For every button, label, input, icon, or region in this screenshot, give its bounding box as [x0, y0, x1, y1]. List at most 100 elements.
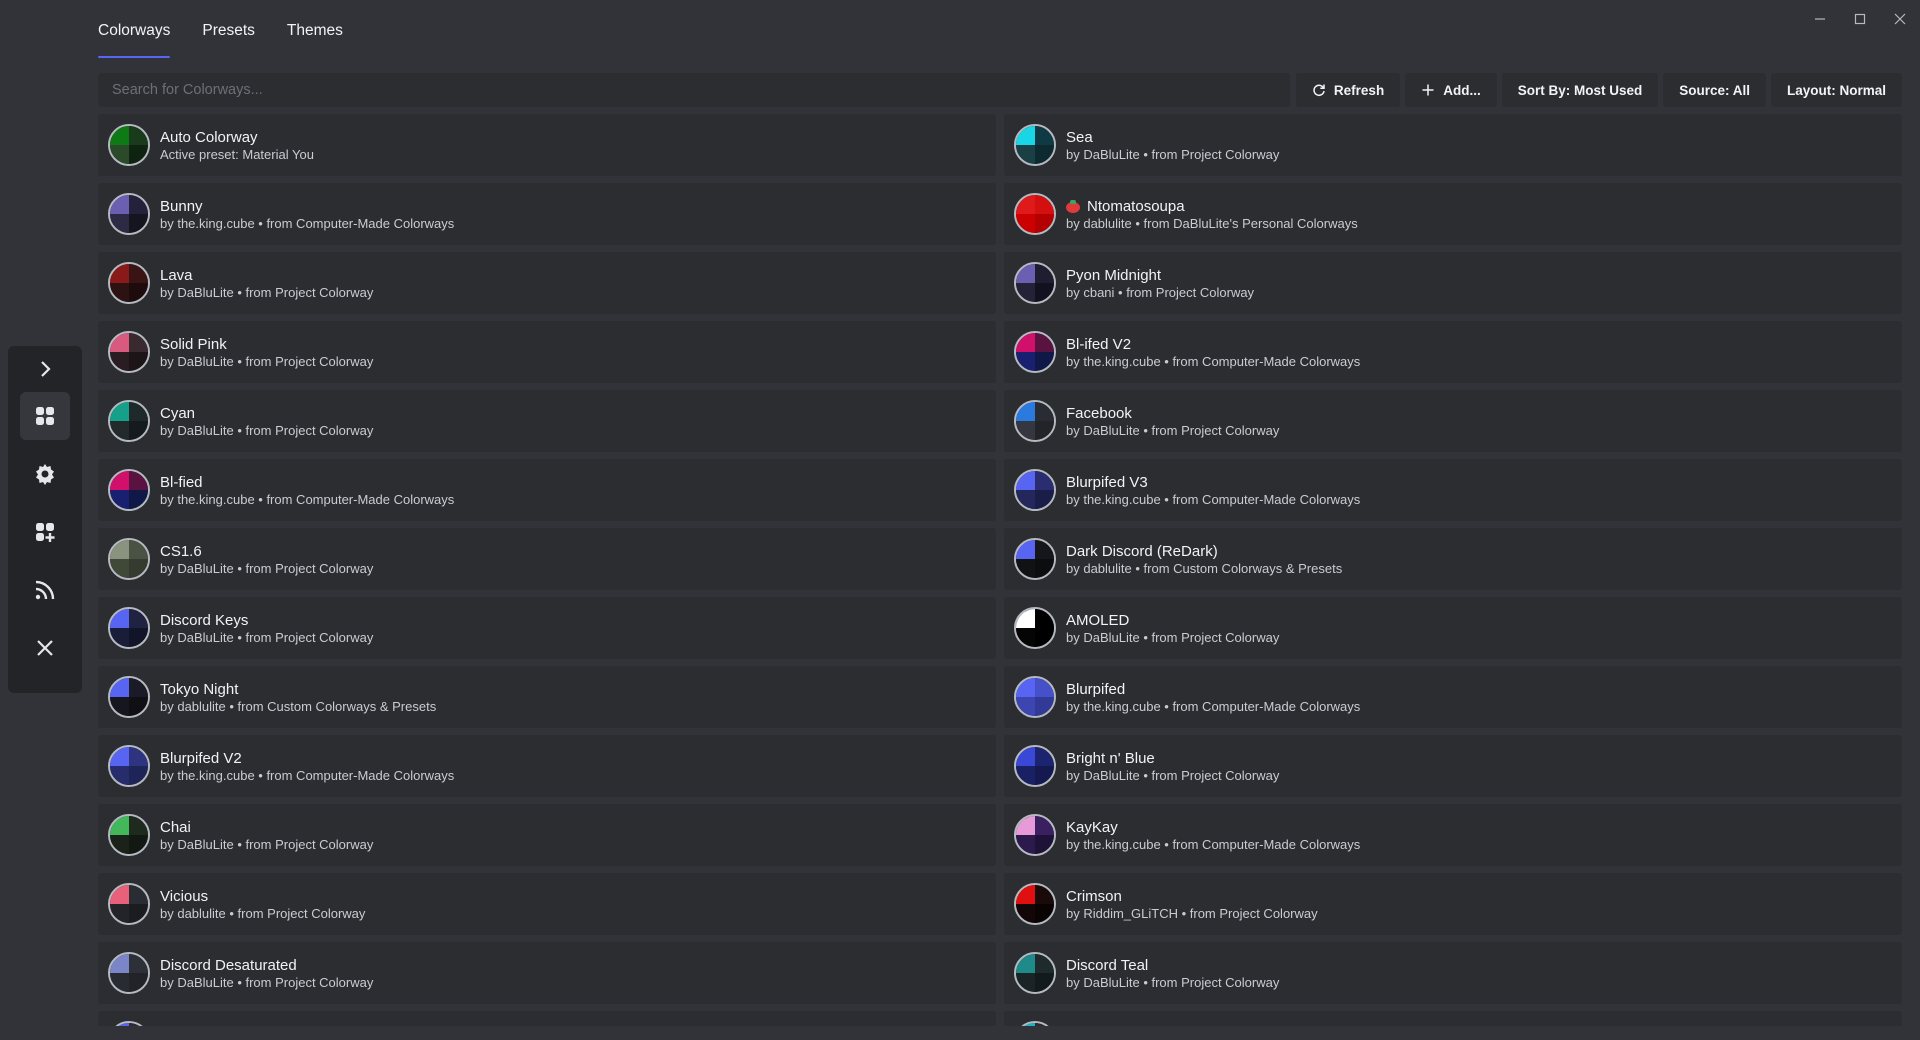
colorway-card[interactable]: Discord Desaturated by DaBluLite • from P…: [98, 942, 996, 1004]
colorway-swatch: [108, 883, 150, 925]
colorway-card[interactable]: AMOLED by DaBluLite • from Project Colorw…: [1004, 597, 1902, 659]
colorway-name-text: AMOLED: [1066, 611, 1130, 629]
colorway-card[interactable]: Tokyo Night by dablulite • from Custom Co…: [98, 666, 996, 728]
colorway-name: Crimson: [1066, 887, 1318, 906]
sources-button[interactable]: [20, 566, 70, 614]
colorway-card[interactable]: Bl-ifed V2 by the.king.cube • from Comput…: [1004, 321, 1902, 383]
swatch-quadrant: [1035, 126, 1054, 145]
swatch-quadrant: [110, 352, 129, 371]
refresh-button[interactable]: Refresh: [1295, 73, 1401, 107]
swatch-quadrant: [1035, 678, 1054, 697]
colorway-name-text: Discord Teal: [1066, 956, 1149, 974]
swatch-quadrant: [129, 402, 148, 421]
swatch-quadrant: [1016, 954, 1035, 973]
colorway-card[interactable]: Bunny by the.king.cube • from Computer-Ma…: [98, 183, 996, 245]
swatch-quadrant: [129, 885, 148, 904]
colorway-swatch: [108, 745, 150, 787]
sort-button[interactable]: Sort By: Most Used: [1501, 73, 1659, 107]
colorway-card[interactable]: Bright n' Blue by DaBluLite • from Projec…: [1004, 735, 1902, 797]
colorway-name: Discord Teal: [1066, 956, 1279, 975]
swatch-quadrant: [1035, 609, 1054, 628]
colorway-name-text: Dark Discord (ReDark): [1066, 542, 1218, 560]
colorway-card[interactable]: Pyon Midnight by cbani • from Project Col…: [1004, 252, 1902, 314]
swatch-quadrant: [1016, 421, 1035, 440]
source-button[interactable]: Source: All: [1663, 73, 1766, 107]
colorway-card[interactable]: Discord Teal by DaBluLite • from Project …: [1004, 942, 1902, 1004]
colorway-card[interactable]: Blurpifed V3 by the.king.cube • from Comp…: [1004, 459, 1902, 521]
colorway-card[interactable]: Vicious by dablulite • from Project Color…: [98, 873, 996, 935]
add-button[interactable]: Add...: [1405, 73, 1497, 107]
colorway-subtitle: by DaBluLite • from Project Colorway: [160, 422, 374, 438]
maximize-button[interactable]: [1840, 6, 1880, 32]
colorway-card[interactable]: Dark Discord (ReDark) by dablulite • from…: [1004, 528, 1902, 590]
swatch-quadrant: [1035, 954, 1054, 973]
colorway-subtitle: by the.king.cube • from Computer-Made Co…: [1066, 698, 1361, 714]
swatch-quadrant: [110, 402, 129, 421]
colorway-card[interactable]: Blurpifed V2 by the.king.cube • from Comp…: [98, 735, 996, 797]
colorway-subtitle: by dablulite • from Custom Colorways & P…: [160, 698, 437, 714]
colorway-card[interactable]: Lava by DaBluLite • from Project Colorway: [98, 252, 996, 314]
colorway-card[interactable]: [1004, 1011, 1902, 1026]
colorway-card[interactable]: Solid Pink by DaBluLite • from Project Co…: [98, 321, 996, 383]
colorway-name-text: Bl-fied: [160, 473, 203, 491]
add-label: Add...: [1443, 82, 1481, 98]
colorway-swatch: [1014, 745, 1056, 787]
colorway-name: KayKay: [1066, 818, 1360, 837]
tab-presets[interactable]: Presets: [202, 0, 255, 58]
tab-colorways[interactable]: Colorways: [98, 0, 171, 58]
colorway-subtitle: by dablulite • from Custom Colorways & P…: [1066, 560, 1343, 576]
colorway-card[interactable]: [98, 1011, 996, 1026]
minimize-button[interactable]: [1800, 6, 1840, 32]
swatch-quadrant: [1016, 904, 1035, 923]
search-input[interactable]: [98, 73, 1290, 107]
colorway-subtitle: by DaBluLite • from Project Colorway: [1066, 767, 1280, 783]
colorway-card[interactable]: Sea by DaBluLite • from Project Colorway: [1004, 114, 1902, 176]
colorway-card[interactable]: Crimson by Riddim_GLiTCH • from Project C…: [1004, 873, 1902, 935]
colorway-card[interactable]: Auto Colorway Active preset: Material You: [98, 114, 996, 176]
colorway-name: Solid Pink: [160, 335, 373, 354]
tab-themes[interactable]: Themes: [287, 0, 343, 58]
colorway-info: Solid Pink by DaBluLite • from Project Co…: [160, 335, 373, 370]
swatch-quadrant: [1035, 214, 1054, 233]
plus-icon: [1422, 84, 1434, 96]
swatch-quadrant: [1016, 559, 1035, 578]
colorways-button[interactable]: [20, 392, 70, 440]
swatch-quadrant: [110, 747, 129, 766]
swatch-quadrant: [1035, 766, 1054, 785]
swatch-quadrant: [129, 816, 148, 835]
colorway-card[interactable]: Cyan by DaBluLite • from Project Colorway: [98, 390, 996, 452]
close-panel-button[interactable]: [20, 624, 70, 672]
close-window-button[interactable]: [1880, 6, 1920, 32]
colorway-card[interactable]: Bl-fied by the.king.cube • from Computer-…: [98, 459, 996, 521]
colorway-info: Discord Keys by DaBluLite • from Project …: [160, 611, 373, 646]
colorway-subtitle: by the.king.cube • from Computer-Made Co…: [160, 491, 455, 507]
swatch-quadrant: [1035, 628, 1054, 647]
swatch-quadrant: [1016, 697, 1035, 716]
colorway-card[interactable]: KayKay by the.king.cube • from Computer-M…: [1004, 804, 1902, 866]
swatch-quadrant: [1016, 835, 1035, 854]
colorway-card[interactable]: Ntomatosoupa by dablulite • from DaBluLit…: [1004, 183, 1902, 245]
swatch-quadrant: [129, 835, 148, 854]
add-colorway-button[interactable]: [20, 508, 70, 556]
colorway-card[interactable]: Chai by DaBluLite • from Project Colorway: [98, 804, 996, 866]
settings-button[interactable]: [20, 450, 70, 498]
colorway-card[interactable]: Facebook by DaBluLite • from Project Colo…: [1004, 390, 1902, 452]
grid-icon: [36, 407, 54, 425]
colorway-swatch: [108, 124, 150, 166]
swatch-quadrant: [110, 421, 129, 440]
colorway-name: AMOLED: [1066, 611, 1279, 630]
swatch-quadrant: [110, 766, 129, 785]
colorway-subtitle: by DaBluLite • from Project Colorway: [160, 560, 374, 576]
colorway-card[interactable]: Discord Keys by DaBluLite • from Project …: [98, 597, 996, 659]
expand-button[interactable]: [20, 354, 70, 384]
rss-icon: [35, 580, 55, 600]
colorway-info: Crimson by Riddim_GLiTCH • from Project C…: [1066, 887, 1318, 922]
swatch-quadrant: [110, 195, 129, 214]
colorway-card[interactable]: CS1.6 by DaBluLite • from Project Colorwa…: [98, 528, 996, 590]
layout-button[interactable]: Layout: Normal: [1770, 73, 1902, 107]
swatch-quadrant: [1035, 352, 1054, 371]
swatch-quadrant: [110, 678, 129, 697]
colorway-name-text: Discord Desaturated: [160, 956, 297, 974]
colorway-card[interactable]: Blurpifed by the.king.cube • from Compute…: [1004, 666, 1902, 728]
swatch-quadrant: [1035, 973, 1054, 992]
